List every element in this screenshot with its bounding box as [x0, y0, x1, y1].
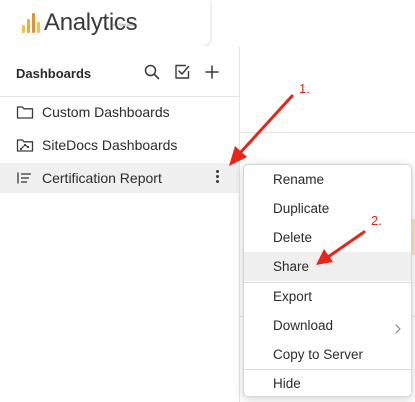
logo-bars-icon: [22, 13, 40, 33]
menu-item-share[interactable]: Share: [244, 252, 411, 281]
sidebar-item-custom-dashboards[interactable]: Custom Dashboards: [0, 97, 239, 127]
menu-item-label: Copy to Server: [273, 347, 364, 362]
chevron-right-icon: [394, 321, 402, 334]
menu-item-rename[interactable]: Rename: [244, 165, 411, 194]
menu-item-label: Share: [273, 259, 310, 274]
folder-icon: [16, 104, 34, 120]
step-1-label: 1.: [299, 81, 310, 96]
menu-item-download[interactable]: Download: [244, 311, 411, 340]
sidebar-header: Dashboards: [0, 46, 239, 97]
more-options-icon[interactable]: [211, 169, 223, 187]
menu-item-hide[interactable]: Hide: [244, 369, 411, 396]
context-menu: Rename Duplicate Delete Share Export Dow…: [243, 164, 412, 397]
panel-divider: [240, 132, 415, 133]
sidebar-item-sitedocs-dashboards[interactable]: SiteDocs Dashboards: [0, 130, 239, 160]
logo-subtext: by SiteDocs: [113, 22, 135, 27]
step-2-label: 2.: [371, 213, 382, 228]
checkbox-icon[interactable]: [173, 63, 191, 81]
sidebar-item-label: SiteDocs Dashboards: [42, 137, 178, 153]
menu-item-label: Download: [273, 318, 334, 333]
dashboards-sidebar: Dashboards Custom Dashboards SiteDocs Da…: [0, 46, 240, 402]
sidebar-item-label: Custom Dashboards: [42, 104, 170, 120]
report-list-icon: [16, 170, 34, 186]
sidebar-item-certification-report[interactable]: Certification Report: [0, 163, 239, 193]
app-header: Analytics by SiteDocs: [0, 0, 210, 46]
shared-folder-icon: [16, 137, 34, 153]
menu-item-export[interactable]: Export: [244, 282, 411, 311]
menu-item-label: Duplicate: [273, 201, 330, 216]
sidebar-item-label: Certification Report: [42, 170, 162, 186]
plus-icon[interactable]: [203, 63, 221, 81]
sidebar-title: Dashboards: [16, 66, 92, 81]
menu-item-label: Rename: [273, 172, 325, 187]
menu-item-label: Delete: [273, 230, 313, 245]
analytics-page: Analytics by SiteDocs Dashboards Custom …: [0, 0, 415, 402]
menu-item-label: Export: [273, 289, 313, 304]
menu-item-delete[interactable]: Delete: [244, 223, 411, 252]
menu-item-copy-to-server[interactable]: Copy to Server: [244, 340, 411, 369]
search-icon[interactable]: [143, 63, 161, 81]
menu-item-duplicate[interactable]: Duplicate: [244, 194, 411, 223]
menu-item-label: Hide: [273, 376, 301, 391]
